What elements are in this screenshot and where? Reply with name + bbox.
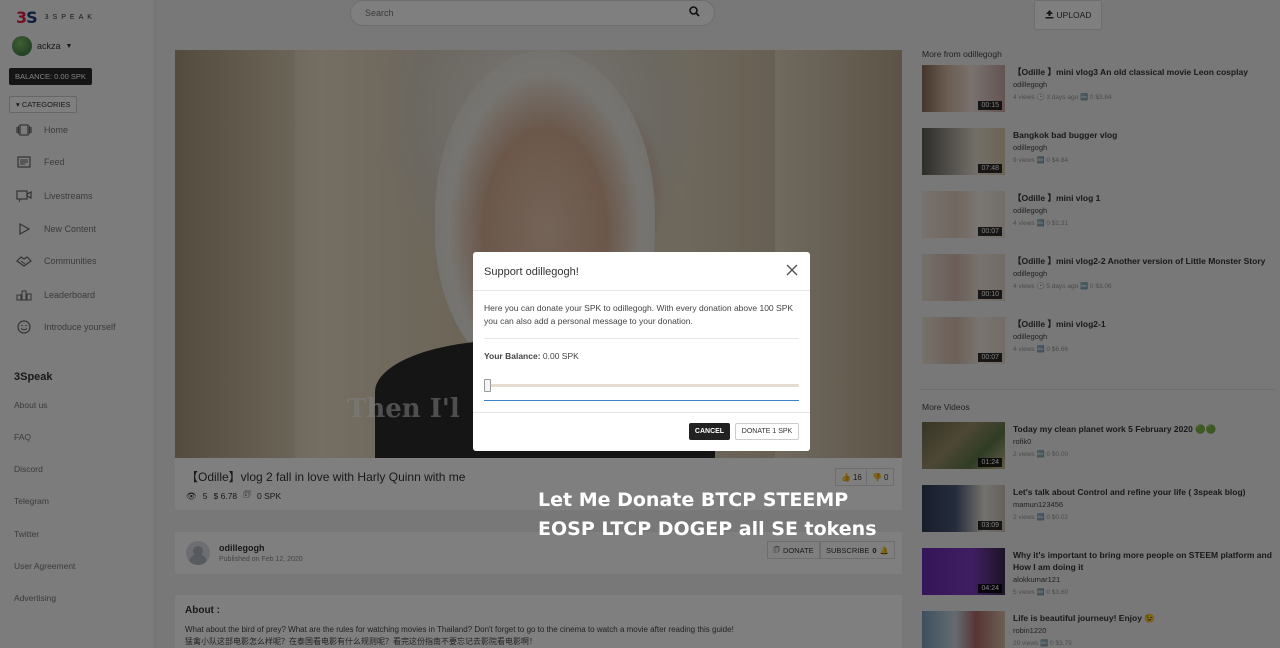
slider-underline — [484, 400, 799, 401]
divider — [473, 290, 810, 291]
modal-title: Support odillegogh! — [484, 266, 579, 278]
balance-label: Your Balance: — [484, 351, 541, 361]
donate-modal: Support odillegogh! Here you can donate … — [473, 252, 810, 451]
balance-value: 0.00 SPK — [542, 351, 579, 361]
divider — [473, 412, 810, 413]
donation-slider-handle[interactable] — [484, 379, 491, 392]
donate-confirm-button[interactable]: DONATE 1 SPK — [735, 423, 799, 440]
banner-line-2: EOSP LTCP DOGEP all SE tokens — [538, 518, 877, 540]
banner-line-1: Let Me Donate BTCP STEEMP — [538, 489, 849, 511]
cancel-button[interactable]: CANCEL — [689, 423, 730, 440]
banner-caption: Let Me Donate BTCP STEEMP EOSP LTCP DOGE… — [538, 486, 877, 544]
close-icon[interactable] — [784, 262, 800, 278]
modal-description: Here you can donate your SPK to odillego… — [484, 303, 794, 326]
donation-slider-track[interactable] — [484, 384, 799, 387]
divider — [484, 338, 799, 339]
modal-balance: Your Balance: 0.00 SPK — [484, 351, 579, 361]
